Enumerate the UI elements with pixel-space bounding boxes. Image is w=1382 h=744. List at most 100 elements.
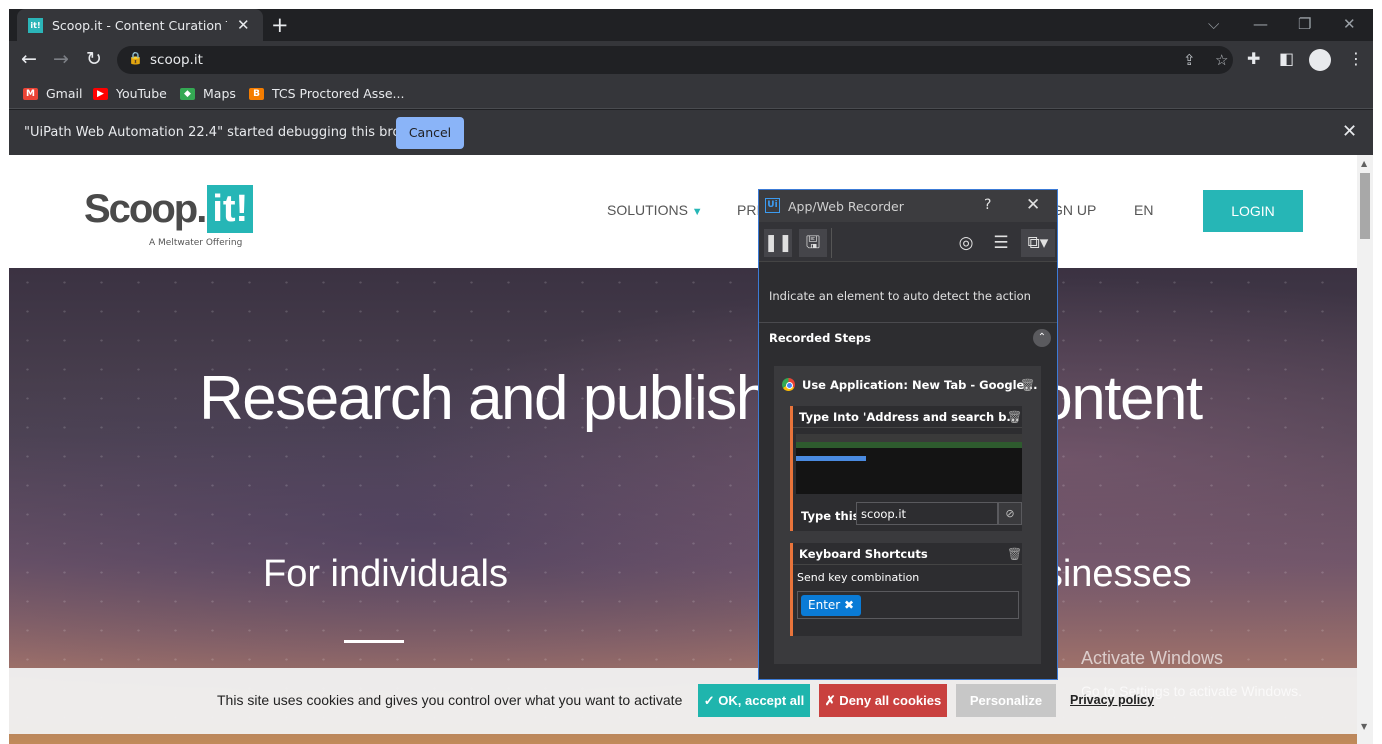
nav-pricing[interactable]: PRI [737,202,760,218]
bookmark-label: TCS Proctored Asse... [272,86,405,101]
side-panel-icon[interactable]: ◧ [1279,49,1294,68]
scoopit-favicon-icon: it! [28,17,43,33]
maps-icon: ◆ [180,87,195,100]
nav-solutions[interactable]: SOLUTIONS ▼ [607,202,703,218]
extensions-icon[interactable]: ✚ [1247,49,1260,68]
logo-text: Scoop. [84,187,207,231]
infobar-text: "UiPath Web Automation 22.4" started deb… [24,125,432,140]
collapse-icon[interactable]: ⌃ [1033,329,1051,347]
element-screenshot [796,434,1022,494]
accept-all-button[interactable]: ✓ OK, accept all [698,684,810,717]
tab-title: Scoop.it - Content Curation Tool [52,17,227,33]
blogger-icon: B [249,87,264,100]
bookmark-gmail[interactable]: M Gmail [23,86,82,101]
infobar-cancel-button[interactable]: Cancel [396,117,464,149]
send-key-label: Send key combination [797,571,920,584]
type-into-title: Type Into 'Address and search b... [799,410,1020,424]
help-icon[interactable]: ? [984,197,991,213]
tab-strip: it! Scoop.it - Content Curation Tool ✕ +… [9,9,1373,41]
type-into-step[interactable]: Type Into 'Address and search b... 🗑 Typ… [790,406,1022,531]
menu-kebab-icon[interactable]: ⋮ [1348,49,1364,68]
delete-shortcut-icon[interactable]: 🗑 [1007,547,1022,561]
recorder-separator [759,322,1057,323]
recorder-toolbar: ❚❚ 🖫 ◎ ☰ ⧉▾ [759,222,1057,262]
bookmark-label: Maps [203,86,236,101]
nav-signup[interactable]: GN UP [1052,202,1096,218]
caret-down-icon: ▼ [691,206,703,218]
target-icon[interactable]: ◎ [952,229,980,257]
activate-windows-subtitle: Go to Settings to activate Windows. [1081,683,1302,699]
tab-search-icon[interactable]: ⌵ [1208,15,1219,33]
bookmark-youtube[interactable]: ▶ YouTube [93,86,167,101]
scroll-down-icon[interactable]: ▼ [1361,722,1367,731]
bookmark-label: Gmail [46,86,83,101]
delete-step-icon[interactable]: 🗑 [1020,378,1035,392]
toolbar-divider [831,228,832,258]
browser-chrome: it! Scoop.it - Content Curation Tool ✕ +… [9,9,1373,155]
nav-language[interactable]: EN [1134,202,1153,218]
hero-underline [344,640,404,643]
recorder-hint: Indicate an element to auto detect the a… [769,289,1031,303]
recorder-header[interactable]: Ui App/Web Recorder ? ✕ [759,190,1057,222]
page-scrollbar[interactable]: ▲ ▼ [1357,155,1373,744]
browser-toolbar: ← → ↻ 🔒 scoop.it ⇪ ☆ ✚ ◧ ⋮ [9,41,1373,79]
address-url[interactable]: scoop.it [150,52,203,68]
gmail-icon: M [23,87,38,100]
minimize-button[interactable]: — [1253,15,1268,33]
lock-icon[interactable]: 🔒 [128,51,143,65]
recorder-close-icon[interactable]: ✕ [1026,195,1040,215]
tab-scoopit[interactable]: it! Scoop.it - Content Curation Tool ✕ [17,9,263,41]
personalize-button[interactable]: Personalize [956,684,1056,717]
infobar-close-icon[interactable]: ✕ [1342,121,1357,142]
scoopit-page: Scoop. it! A Meltwater Offering SOLUTION… [9,155,1357,744]
screen: it! Scoop.it - Content Curation Tool ✕ +… [0,0,1382,744]
login-button[interactable]: LOGIN [1203,190,1303,232]
forward-icon[interactable]: → [53,48,69,70]
back-icon[interactable]: ← [21,48,37,70]
keyboard-shortcuts-step[interactable]: Keyboard Shortcuts 🗑 Send key combinatio… [790,543,1022,636]
tab-close-icon[interactable]: ✕ [237,16,250,34]
cookie-text: This site uses cookies and gives you con… [217,692,683,708]
pause-icon[interactable]: ❚❚ [764,229,793,257]
capture-dropdown-icon[interactable]: ⧉▾ [1021,229,1055,257]
keyboard-shortcuts-header: Keyboard Shortcuts 🗑 [793,543,1022,565]
youtube-icon: ▶ [93,87,108,100]
scroll-up-icon[interactable]: ▲ [1361,159,1367,168]
recorder-title: App/Web Recorder [788,199,904,214]
chrome-icon [782,378,795,391]
debugging-infobar: "UiPath Web Automation 22.4" started deb… [9,110,1373,155]
list-icon[interactable]: ☰ [987,229,1015,257]
deny-all-button[interactable]: ✗ Deny all cookies [819,684,947,717]
use-application-step[interactable]: Use Application: New Tab - Google... 🗑 T… [774,366,1041,664]
key-combination-field[interactable]: Enter ✖ [797,591,1019,619]
activate-windows-title: Activate Windows [1081,648,1224,668]
address-bar[interactable]: 🔒 scoop.it ⇪ ☆ [117,46,1233,74]
cookie-banner: This site uses cookies and gives you con… [9,668,1357,734]
enter-key-chip[interactable]: Enter ✖ [801,595,862,616]
bookmarks-bar: M Gmail ▶ YouTube ◆ Maps B TCS Proctored… [9,79,1373,109]
delete-type-icon[interactable]: 🗑 [1007,410,1022,424]
scroll-thumb[interactable] [1360,173,1370,239]
reload-icon[interactable]: ↻ [86,48,102,70]
type-into-header: Type Into 'Address and search b... 🗑 [793,406,1022,428]
uipath-logo-icon: Ui [765,198,780,213]
bookmark-star-icon[interactable]: ☆ [1215,51,1228,69]
save-icon[interactable]: 🖫 [799,229,827,257]
bookmark-tcs[interactable]: B TCS Proctored Asse... [249,86,404,101]
hero-individuals[interactable]: For individuals [263,553,508,596]
nav-solutions-label: SOLUTIONS [607,202,688,218]
new-tab-button[interactable]: + [271,13,289,37]
restore-button[interactable]: ❐ [1298,15,1311,33]
type-value-input[interactable]: scoop.it [856,502,998,525]
profile-avatar[interactable] [1309,49,1331,71]
bookmark-maps[interactable]: ◆ Maps [180,86,236,101]
logo-box: it! [207,185,254,233]
web-recorder-panel: Ui App/Web Recorder ? ✕ ❚❚ 🖫 ◎ ☰ ⧉▾ Indi… [758,189,1058,680]
hide-text-eye-icon[interactable]: ⊘ [998,502,1022,525]
scoopit-logo[interactable]: Scoop. it! A Meltwater Offering [84,185,254,248]
share-icon[interactable]: ⇪ [1183,51,1196,69]
screenshot-toolbar [796,442,1022,448]
logo-subtitle: A Meltwater Offering [149,238,243,248]
window-close-button[interactable]: ✕ [1343,15,1356,33]
recorded-steps-label: Recorded Steps [769,331,871,345]
